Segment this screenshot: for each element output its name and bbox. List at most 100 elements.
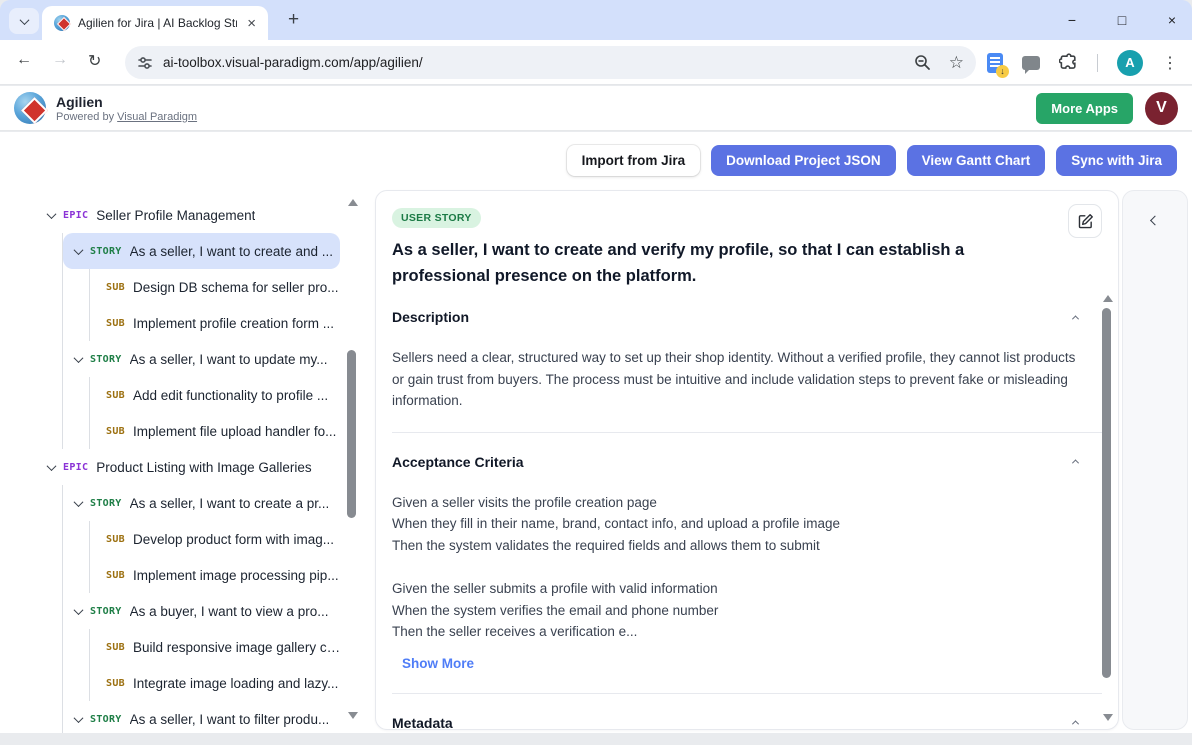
tab-close-icon[interactable]: ×: [243, 14, 260, 33]
sub-type-badge: SUB: [106, 318, 125, 329]
story-title: As a seller, I want to create and verify…: [392, 238, 1052, 289]
story-detail-panel: USER STORY As a seller, I want to create…: [375, 190, 1119, 730]
edit-story-button[interactable]: [1068, 204, 1102, 238]
chevron-down-icon[interactable]: [47, 461, 57, 471]
tree-item-subtask[interactable]: SUB Design DB schema for seller pro...: [90, 269, 344, 305]
app-title: Agilien: [56, 94, 197, 110]
main-content: Import from Jira Download Project JSON V…: [0, 132, 1192, 733]
chevron-down-icon[interactable]: [74, 497, 84, 507]
more-apps-button[interactable]: More Apps: [1036, 93, 1133, 124]
browser-menu-icon[interactable]: ⋮: [1162, 53, 1178, 73]
chevron-down-icon[interactable]: [47, 209, 57, 219]
tree-item-story[interactable]: STORY As a seller, I want to create a pr…: [63, 485, 344, 521]
sub-type-badge: SUB: [106, 570, 125, 581]
chevron-down-icon[interactable]: [74, 353, 84, 363]
tree-item-label: Design DB schema for seller pro...: [133, 280, 339, 295]
chevron-down-icon[interactable]: [74, 605, 84, 615]
detail-scrollbar[interactable]: [1100, 292, 1114, 724]
tree-item-label: As a buyer, I want to view a pro...: [130, 604, 329, 619]
collapse-chevron-icon[interactable]: [1072, 460, 1079, 467]
story-type-badge: STORY: [90, 498, 122, 509]
download-project-json-button[interactable]: Download Project JSON: [711, 145, 896, 176]
window-controls: − □ ×: [1062, 0, 1182, 40]
close-window-button[interactable]: ×: [1162, 12, 1182, 28]
scroll-down-arrow-icon[interactable]: [1103, 714, 1113, 721]
actions-toolbar: Import from Jira Download Project JSON V…: [567, 145, 1177, 176]
reload-button[interactable]: ↻: [88, 51, 101, 71]
chevron-left-icon: [1150, 216, 1160, 226]
import-from-jira-button[interactable]: Import from Jira: [567, 145, 701, 176]
collapse-chevron-icon[interactable]: [1072, 721, 1079, 728]
new-tab-button[interactable]: +: [282, 9, 305, 31]
story-type-badge: STORY: [90, 246, 122, 257]
tree-item-subtask[interactable]: SUB Implement image processing pip...: [90, 557, 344, 593]
powered-by-text: Powered by Visual Paradigm: [56, 111, 197, 123]
metadata-section: Metadata Priority High Estimate 8 Timeli…: [376, 694, 1118, 728]
tab-search-button[interactable]: [9, 8, 39, 34]
view-gantt-chart-button[interactable]: View Gantt Chart: [907, 145, 1046, 176]
browser-profile-avatar[interactable]: A: [1117, 50, 1143, 76]
chevron-down-icon[interactable]: [74, 245, 84, 255]
tree-item-label: Implement image processing pip...: [133, 568, 339, 583]
acceptance-heading: Acceptance Criteria: [392, 454, 524, 470]
visual-paradigm-link[interactable]: Visual Paradigm: [117, 111, 197, 123]
sync-with-jira-button[interactable]: Sync with Jira: [1056, 145, 1177, 176]
app-header: Agilien Powered by Visual Paradigm More …: [0, 86, 1192, 131]
scrollbar-thumb[interactable]: [347, 350, 356, 518]
url-text[interactable]: ai-toolbox.visual-paradigm.com/app/agili…: [163, 55, 423, 70]
description-section: Description Sellers need a clear, struct…: [376, 288, 1118, 432]
sub-type-badge: SUB: [106, 678, 125, 689]
extensions-puzzle-icon[interactable]: [1059, 53, 1078, 72]
tree-item-subtask[interactable]: SUB Implement file upload handler fo...: [90, 413, 344, 449]
metadata-section-header[interactable]: Metadata: [392, 715, 1078, 728]
sub-type-badge: SUB: [106, 282, 125, 293]
comment-bubble-icon[interactable]: [1022, 56, 1040, 70]
docs-offline-extension-icon[interactable]: [987, 53, 1003, 73]
tab-title: Agilien for Jira | AI Backlog Stru: [78, 16, 237, 30]
scrollbar-thumb[interactable]: [1102, 308, 1111, 678]
tree-item-story[interactable]: STORY As a seller, I want to update my..…: [63, 341, 344, 377]
maximize-button[interactable]: □: [1112, 12, 1132, 28]
tree-item-subtask[interactable]: SUB Integrate image loading and lazy...: [90, 665, 344, 701]
tree-item-subtask[interactable]: SUB Build responsive image gallery co...: [90, 629, 344, 665]
tree-item-epic[interactable]: EPIC Product Listing with Image Gallerie…: [48, 449, 344, 485]
description-section-header[interactable]: Description: [392, 309, 1078, 325]
browser-toolbar: ← → ↻ ai-toolbox.visual-paradigm.com/app…: [0, 40, 1192, 85]
back-button[interactable]: ←: [16, 51, 32, 69]
tree-item-subtask[interactable]: SUB Implement profile creation form ...: [90, 305, 344, 341]
browser-tab[interactable]: Agilien for Jira | AI Backlog Stru ×: [42, 6, 268, 40]
collapse-chevron-icon[interactable]: [1072, 315, 1079, 322]
browser-titlebar: Agilien for Jira | AI Backlog Stru × + −…: [0, 0, 1192, 40]
visual-paradigm-favicon: [54, 15, 70, 31]
address-bar[interactable]: ai-toolbox.visual-paradigm.com/app/agili…: [125, 46, 976, 79]
sub-type-badge: SUB: [106, 426, 125, 437]
chevron-down-icon[interactable]: [74, 713, 84, 723]
tree-item-story[interactable]: STORY As a buyer, I want to view a pro..…: [63, 593, 344, 629]
user-avatar[interactable]: V: [1145, 92, 1178, 125]
tree-item-epic[interactable]: EPIC Seller Profile Management: [48, 197, 344, 233]
tree-scrollbar[interactable]: [345, 196, 359, 722]
tree-item-subtask[interactable]: SUB Develop product form with imag...: [90, 521, 344, 557]
show-more-link[interactable]: Show More: [402, 656, 474, 671]
site-settings-icon[interactable]: [137, 55, 153, 71]
scroll-up-arrow-icon[interactable]: [1103, 295, 1113, 302]
tree-item-subtask[interactable]: SUB Add edit functionality to profile ..…: [90, 377, 344, 413]
bookmark-star-icon[interactable]: ☆: [949, 54, 964, 71]
minimize-button[interactable]: −: [1062, 12, 1082, 28]
forward-button[interactable]: →: [52, 51, 68, 69]
zoom-out-icon[interactable]: [914, 54, 931, 71]
scroll-down-arrow-icon[interactable]: [348, 712, 358, 719]
tree-item-label: As a seller, I want to update my...: [130, 352, 328, 367]
acceptance-text: Given a seller visits the profile creati…: [392, 492, 1078, 643]
scroll-up-arrow-icon[interactable]: [348, 199, 358, 206]
expand-panel-button[interactable]: [1152, 211, 1159, 229]
tree-item-label: Develop product form with imag...: [133, 532, 334, 547]
tree-item-label: As a seller, I want to create a pr...: [130, 496, 330, 511]
powered-by-prefix: Powered by: [56, 111, 114, 123]
toolbar-divider: [1097, 54, 1098, 72]
agilien-logo: [14, 92, 46, 124]
tree-item-story-selected[interactable]: STORY As a seller, I want to create and …: [63, 233, 340, 269]
acceptance-section-header[interactable]: Acceptance Criteria: [392, 454, 1078, 470]
story-type-badge: STORY: [90, 606, 122, 617]
tree-item-story[interactable]: STORY As a seller, I want to filter prod…: [63, 701, 344, 733]
